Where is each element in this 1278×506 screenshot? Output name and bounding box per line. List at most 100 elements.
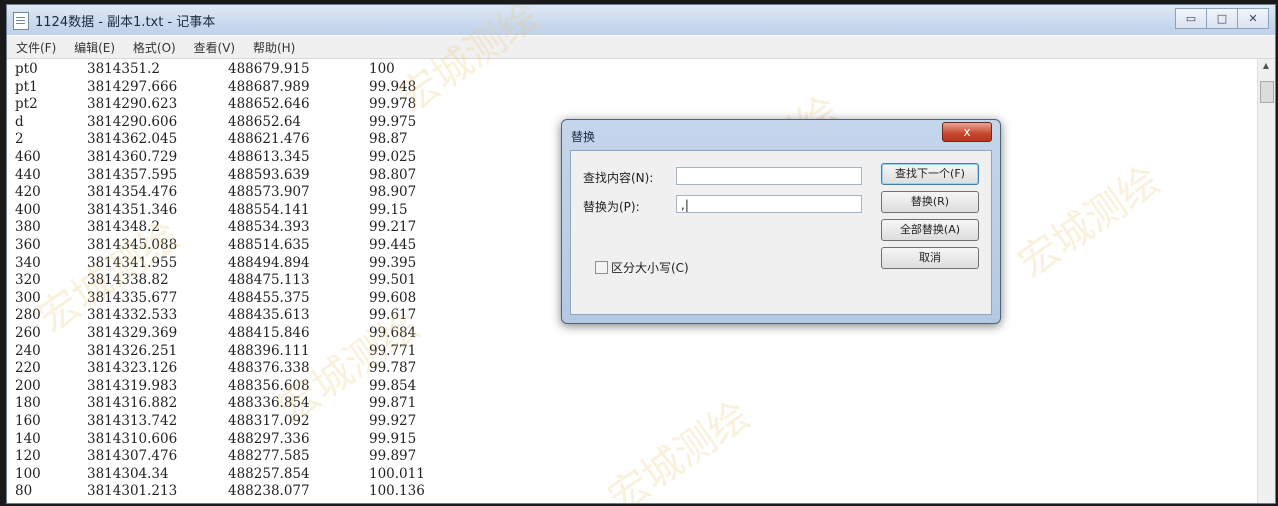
menu-bar: 文件(F) 编辑(E) 格式(O) 查看(V) 帮助(H) [7, 36, 1275, 59]
text-cell: 488687.989 [228, 78, 310, 95]
text-cell: 99.395 [369, 254, 417, 271]
text-cell: 100 [369, 61, 395, 77]
dialog-body: 查找内容(N): 替换为(P): ,| 查找下一个(F) 替换(R) 全部替换(… [570, 150, 992, 315]
text-cell: 420 [15, 184, 41, 201]
text-cell: 3814323.126 [87, 360, 178, 377]
menu-help[interactable]: 帮助(H) [248, 36, 300, 59]
text-cell: 280 [15, 307, 41, 324]
text-cell: 99.608 [369, 289, 417, 306]
text-cell: 3814335.677 [87, 289, 178, 306]
text-cell: 300 [15, 289, 41, 306]
text-cell: 3814290.606 [87, 113, 178, 130]
text-cell: 100 [15, 465, 41, 482]
text-cell: 99.684 [369, 325, 417, 341]
menu-edit[interactable]: 编辑(E) [69, 36, 120, 59]
text-cell: 99.948 [369, 78, 417, 95]
text-cell: 80 [15, 483, 33, 500]
cancel-button[interactable]: 取消 [881, 247, 979, 269]
text-cell: 3814360.729 [87, 149, 178, 165]
text-cell: 488455.375 [228, 289, 310, 306]
match-case-checkbox[interactable] [595, 261, 608, 274]
text-cell: 98.907 [369, 184, 417, 201]
text-cell: 488554.141 [228, 201, 310, 218]
text-cell: 99.915 [369, 430, 417, 447]
text-cell: 3814290.623 [87, 96, 178, 113]
text-cell: 100.011 [369, 465, 425, 482]
text-cell: 488593.639 [228, 166, 310, 183]
text-cell: 488652.646 [228, 96, 310, 113]
text-cell: pt0 [15, 61, 38, 77]
text-cell: 99.15 [369, 201, 408, 218]
match-case-label: 区分大小写(C) [611, 261, 689, 275]
text-cell: 488679.915 [228, 61, 310, 77]
text-cell: 488621.476 [228, 131, 310, 148]
menu-format[interactable]: 格式(O) [128, 36, 181, 59]
text-cell: 488475.113 [228, 272, 310, 289]
replace-dialog: 替换 x 查找内容(N): 替换为(P): ,| 查找下一个(F) 替换(R) … [561, 119, 1001, 324]
text-cell: 3814307.476 [87, 448, 178, 465]
text-cell: 99.927 [369, 413, 417, 429]
text-cell: 488534.393 [228, 219, 310, 236]
text-cell: 488317.092 [228, 413, 310, 429]
text-cell: 488435.613 [228, 307, 310, 324]
text-cell: 3814357.595 [87, 166, 178, 183]
text-cell: 99.897 [369, 448, 417, 465]
text-cell: 3814316.882 [87, 395, 178, 412]
text-cell: 99.025 [369, 149, 417, 165]
text-cell: 3814351.2 [87, 61, 161, 77]
text-cell: 460 [15, 149, 41, 165]
text-cell: 3814326.251 [87, 342, 178, 359]
text-cell: 99.771 [369, 342, 417, 359]
scroll-thumb[interactable] [1260, 81, 1274, 103]
vertical-scrollbar[interactable]: ▲ [1257, 59, 1275, 503]
text-cell: 260 [15, 325, 41, 341]
text-cell: 488415.846 [228, 325, 310, 341]
text-cell: 99.975 [369, 113, 417, 130]
text-cell: 120 [15, 448, 41, 465]
text-cell: pt1 [15, 78, 38, 95]
replace-all-button[interactable]: 全部替换(A) [881, 219, 979, 241]
text-cell: 3814304.34 [87, 465, 169, 482]
text-cell: 3814338.82 [87, 272, 169, 289]
minimize-button[interactable]: ▭ [1175, 8, 1207, 29]
text-cell: 3814310.606 [87, 430, 178, 447]
text-cell: 3814313.742 [87, 413, 178, 429]
title-bar[interactable]: 1124数据 - 副本1.txt - 记事本 ▭ □ ✕ [7, 5, 1275, 35]
text-cell: 488238.077 [228, 483, 310, 500]
text-cell: 3814329.369 [87, 325, 178, 341]
text-cell: 488297.336 [228, 430, 310, 447]
text-cell: 488514.635 [228, 237, 310, 253]
maximize-button[interactable]: □ [1206, 8, 1238, 29]
text-cell: 3814362.045 [87, 131, 178, 148]
text-cell: 488494.894 [228, 254, 310, 271]
notepad-icon [13, 12, 29, 30]
text-cell: 3814319.983 [87, 377, 178, 394]
text-cell: 3814341.955 [87, 254, 178, 271]
text-cell: 220 [15, 360, 41, 377]
text-cell: 3814348.2 [87, 219, 161, 236]
text-cell: 488257.854 [228, 465, 310, 482]
text-cell: 3814301.213 [87, 483, 178, 500]
find-next-button[interactable]: 查找下一个(F) [881, 163, 979, 185]
find-input[interactable] [676, 167, 862, 185]
text-cell: 200 [15, 377, 41, 394]
replace-input[interactable]: ,| [676, 195, 862, 213]
find-label: 查找内容(N): [583, 171, 654, 185]
text-cell: 320 [15, 272, 41, 289]
text-cell: pt2 [15, 96, 38, 113]
text-cell: 99.871 [369, 395, 417, 412]
text-cell: 488356.608 [228, 377, 310, 394]
text-cell: 488573.907 [228, 184, 310, 201]
text-cell: 99.617 [369, 307, 417, 324]
menu-file[interactable]: 文件(F) [11, 36, 61, 59]
close-button[interactable]: ✕ [1237, 8, 1269, 29]
text-cell: 2 [15, 131, 24, 148]
text-cell: 99.445 [369, 237, 417, 253]
replace-button[interactable]: 替换(R) [881, 191, 979, 213]
text-cell: 488336.854 [228, 395, 310, 412]
text-cell: 488613.345 [228, 149, 310, 165]
text-cell: 160 [15, 413, 41, 429]
dialog-close-button[interactable]: x [942, 122, 992, 142]
menu-view[interactable]: 查看(V) [189, 36, 241, 59]
scroll-up-icon[interactable]: ▲ [1260, 61, 1272, 71]
